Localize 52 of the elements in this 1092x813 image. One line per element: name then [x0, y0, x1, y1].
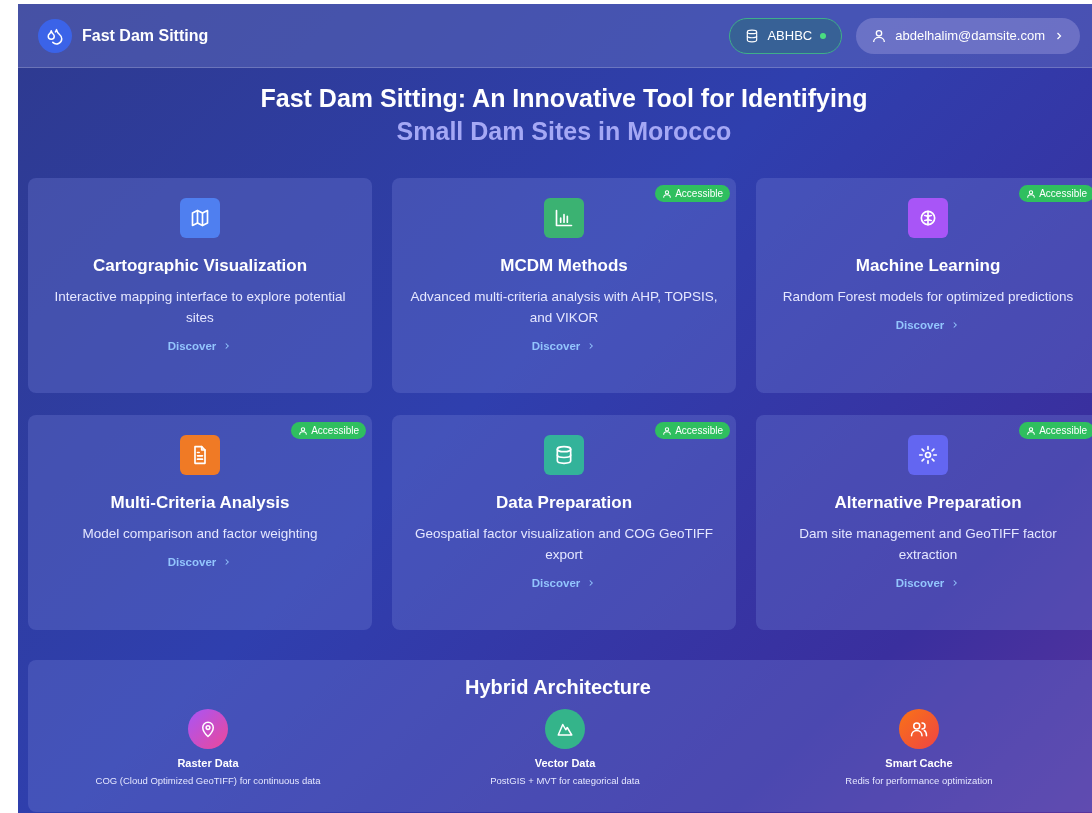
feature-description: COG (Cloud Optimized GeoTIFF) for continuous data: [95, 775, 321, 786]
discover-link[interactable]: Discover: [167, 556, 233, 568]
app-name: Fast Dam Sitting: [82, 26, 209, 45]
accessible-badge: Accessible: [1019, 422, 1092, 439]
module-title: Machine Learning: [855, 256, 1001, 276]
discover-link[interactable]: Discover: [895, 577, 961, 589]
users-icon: [899, 709, 939, 749]
feature-description: PostGIS + MVT for categorical data: [490, 775, 640, 786]
module-description: Model comparison and factor weighting: [82, 525, 318, 543]
database-icon: [745, 28, 760, 43]
accessible-badge: Accessible: [1019, 185, 1092, 202]
module-title: Alternative Preparation: [834, 493, 1022, 513]
user-icon: [1026, 425, 1037, 436]
user-button[interactable]: abdelhalim@damsite.com: [856, 17, 1080, 54]
module-card[interactable]: Accessible Alternative Preparation Dam site management and GeoTIFF factor extraction Discover: [756, 415, 1092, 630]
feature-title: Smart Cache: [885, 757, 953, 769]
user-icon: [298, 425, 309, 436]
map-pin-icon: [188, 709, 228, 749]
accessible-badge: Accessible: [291, 422, 366, 439]
page-subtitle: Small Dam Sites in Morocco: [395, 116, 733, 147]
feature-title: Raster Data: [177, 757, 239, 769]
module-card[interactable]: Accessible Machine Learning Random Forest models for optimized predictions Discover: [756, 178, 1092, 393]
accessible-badge: Accessible: [655, 185, 730, 202]
discover-link[interactable]: Discover: [167, 340, 233, 352]
organization-button[interactable]: ABHBC: [729, 17, 843, 54]
module-description: Geospatial factor visualization and COG GeoTIFF export: [414, 525, 714, 564]
user-icon: [662, 425, 673, 436]
module-description: Advanced multi-criteria analysis with AHP, TOPSIS, and VIKOR: [410, 288, 718, 327]
section-title: Hybrid Architecture: [464, 676, 652, 699]
user-icon: [662, 188, 673, 199]
discover-link[interactable]: Discover: [531, 577, 597, 589]
user-icon: [871, 27, 888, 44]
module-description: Interactive mapping interface to explore potential sites: [53, 288, 347, 327]
module-description: Random Forest models for optimized predictions: [782, 288, 1074, 306]
accessible-badge: Accessible: [655, 422, 730, 439]
module-description: Dam site management and GeoTIFF factor extraction: [798, 525, 1058, 564]
module-card[interactable]: Accessible Data Preparation Geospatial factor visualization and COG GeoTIFF export Discover: [392, 415, 736, 630]
module-card[interactable]: Accessible Multi-Criteria Analysis Model comparison and factor weighting Discover: [28, 415, 372, 630]
droplets-icon: [38, 18, 72, 53]
discover-link[interactable]: Discover: [895, 319, 961, 331]
module-card[interactable]: Accessible MCDM Methods Advanced multi-criteria analysis with AHP, TOPSIS, and VIKOR Discover: [392, 178, 736, 393]
module-title: Data Preparation: [495, 493, 632, 513]
feature-title: Vector Data: [534, 757, 596, 769]
module-title: Multi-Criteria Analysis: [110, 493, 290, 513]
module-title: Cartographic Visualization: [92, 256, 308, 276]
user-icon: [1026, 188, 1037, 199]
page-title: Fast Dam Sitting: An Innovative Tool for Identifying: [259, 83, 869, 114]
module-title: MCDM Methods: [500, 256, 628, 276]
feature-description: Redis for performance optimization: [845, 775, 993, 786]
discover-link[interactable]: Discover: [531, 340, 597, 352]
module-card[interactable]: Cartographic Visualization Interactive mapping interface to explore potential sites Discover: [28, 178, 372, 393]
mountain-icon: [545, 709, 585, 749]
